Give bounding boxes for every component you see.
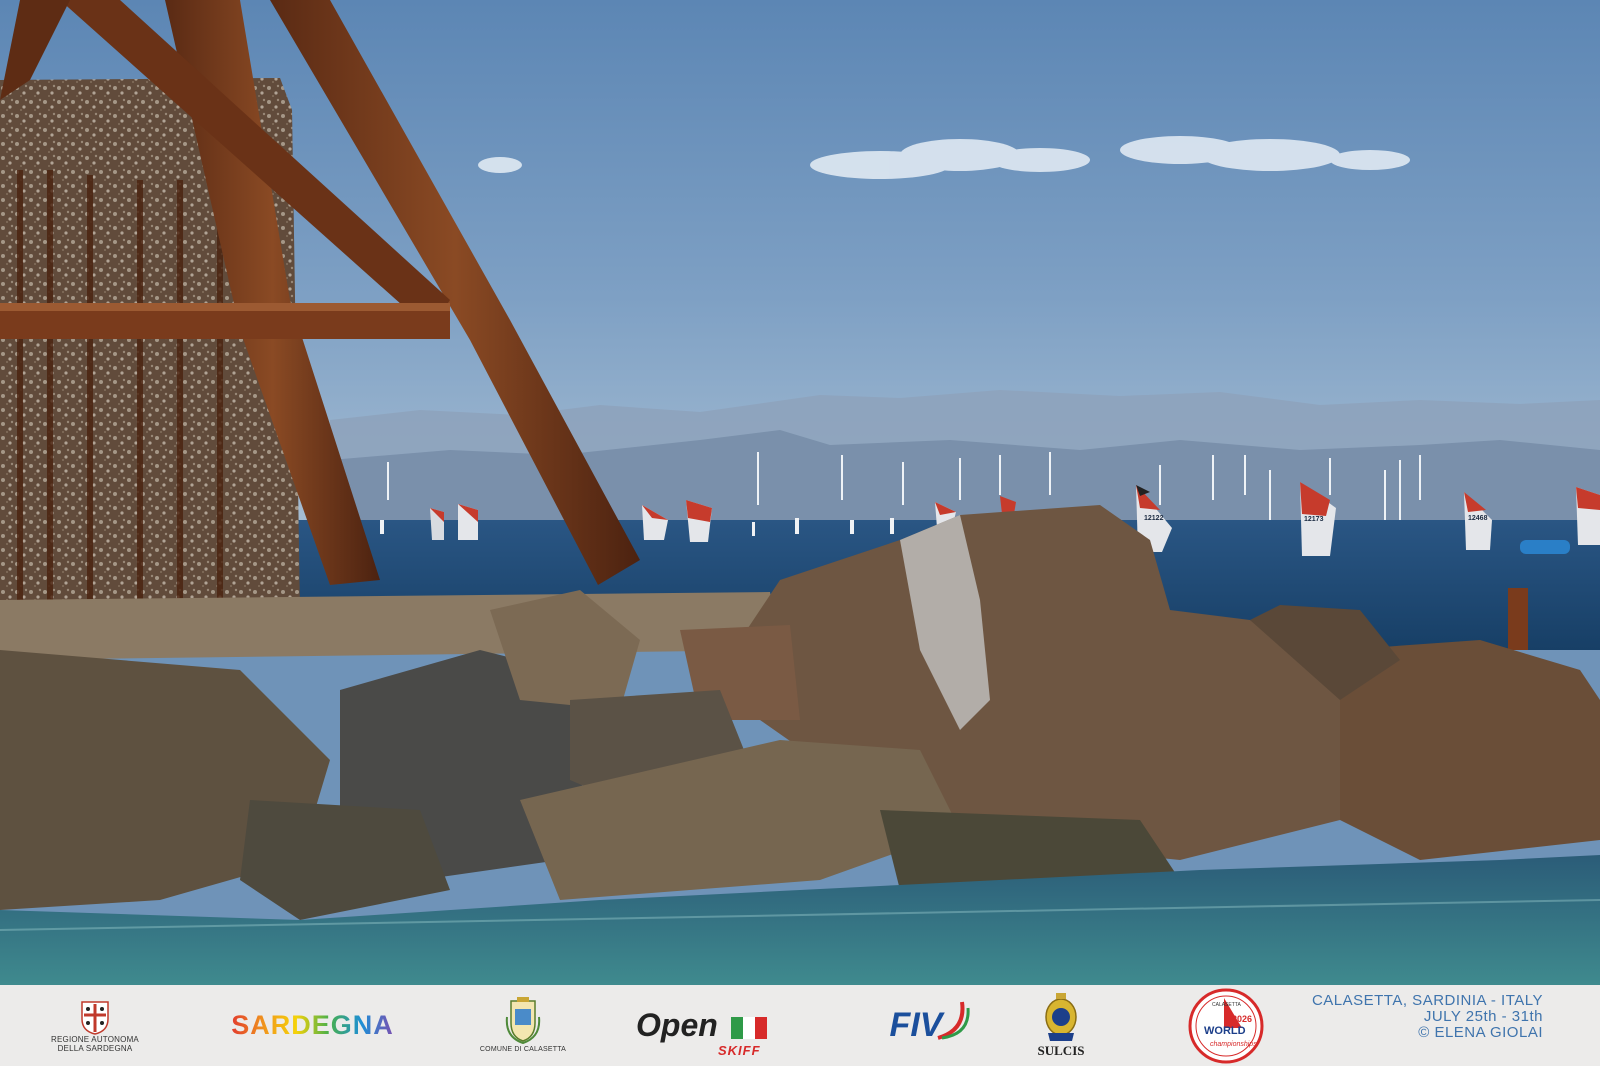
photo-credit: © ELENA GIOLAI — [1418, 1024, 1543, 1041]
sardegna-logo: SARDEGNA — [220, 985, 405, 1066]
sail-number-2: 12173 — [1304, 516, 1324, 523]
world-championship-logo: WORLD 2026 championships CALASETTA — [1186, 985, 1266, 1066]
champ-top: CALASETTA — [1212, 1002, 1241, 1008]
italian-flag-icon — [730, 1016, 767, 1039]
sail-number-3: 12468 — [1468, 515, 1488, 522]
champ-word: WORLD — [1204, 1025, 1246, 1037]
openskiff-logo: Open SKIFF — [636, 985, 786, 1066]
sulcis-badge-icon — [1045, 992, 1077, 1041]
event-info: CALASETTA, SARDINIA - ITALY JULY 25th - … — [1312, 993, 1543, 1041]
sulcis-logo: SULCIS — [1033, 985, 1089, 1066]
championship-badge-icon: WORLD 2026 championships CALASETTA — [1188, 988, 1264, 1063]
comune-crest-icon — [505, 997, 541, 1045]
regione-crest-icon — [81, 1000, 109, 1035]
sardegna-wordmark: SARDEGNA — [231, 1010, 394, 1040]
regione-line1: REGIONE AUTONOMA — [51, 1034, 139, 1044]
event-dates: JULY 25th - 31th — [1423, 1008, 1543, 1025]
fiv-wordmark: FIV — [889, 1006, 943, 1044]
regione-sardegna-logo: REGIONE AUTONOMA DELLA SARDEGNA — [40, 985, 150, 1066]
comune-calasetta-logo: COMUNE DI CALASETTA — [478, 985, 568, 1066]
sponsor-footer: REGIONE AUTONOMA DELLA SARDEGNA SARDEGNA… — [0, 985, 1600, 1066]
comune-label: COMUNE DI CALASETTA — [479, 1046, 567, 1053]
photo: 12122 12173 12468 — [0, 0, 1600, 985]
regione-line2: DELLA SARDEGNA — [57, 1043, 133, 1053]
champ-sub: championships — [1210, 1041, 1257, 1048]
sulcis-label: SULCIS — [1037, 1042, 1085, 1058]
event-location: CALASETTA, SARDINIA - ITALY — [1311, 992, 1543, 1009]
fiv-swoosh-icon — [936, 1001, 970, 1040]
fiv-logo: FIV — [866, 985, 970, 1066]
champ-year: 2026 — [1232, 1014, 1252, 1024]
openskiff-wordmark: Open — [636, 1007, 718, 1043]
openskiff-sub: SKIFF — [718, 1043, 761, 1058]
concrete-slab — [0, 592, 780, 660]
sail-number-1: 12122 — [1144, 515, 1164, 522]
